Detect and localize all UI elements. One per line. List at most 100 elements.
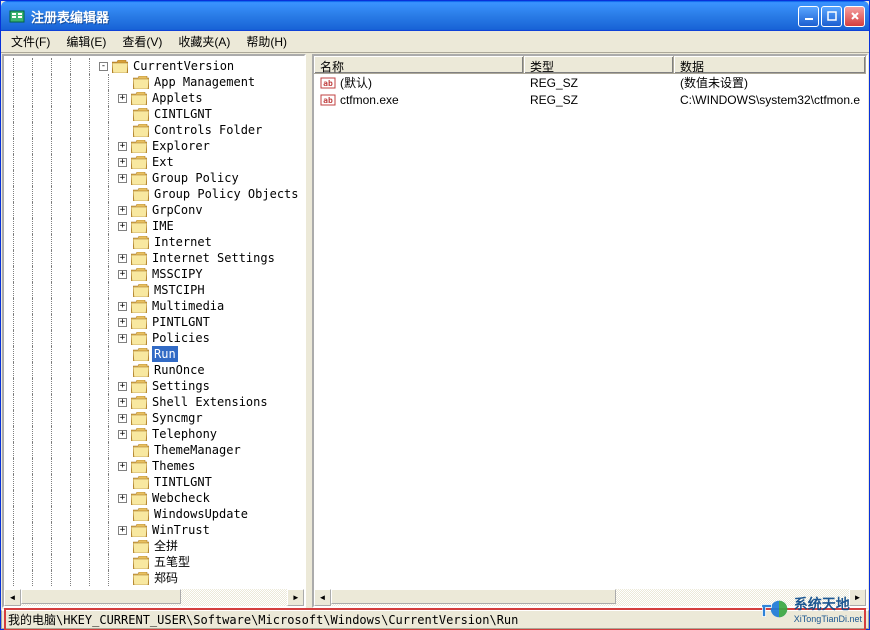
tree-node[interactable]: + Group Policy	[4, 170, 304, 186]
tree-node[interactable]: + Applets	[4, 90, 304, 106]
expand-icon[interactable]: +	[118, 414, 127, 423]
expand-icon[interactable]: +	[118, 302, 127, 311]
tree-label[interactable]: 郑码	[152, 570, 180, 586]
tree-label[interactable]: 全拼	[152, 538, 180, 554]
tree-node[interactable]: 全拼	[4, 538, 304, 554]
tree-label[interactable]: WinTrust	[150, 522, 212, 538]
tree-hscrollbar[interactable]: ◄ ►	[4, 589, 304, 606]
expand-icon[interactable]: +	[118, 142, 127, 151]
tree-label[interactable]: Multimedia	[150, 298, 226, 314]
tree-node[interactable]: Internet	[4, 234, 304, 250]
header-name[interactable]: 名称	[314, 56, 524, 73]
tree-node[interactable]: + Themes	[4, 458, 304, 474]
menu-favorites[interactable]: 收藏夹(A)	[170, 31, 238, 52]
tree-label[interactable]: GrpConv	[150, 202, 205, 218]
scroll-track[interactable]	[21, 589, 287, 606]
tree-node[interactable]: + Internet Settings	[4, 250, 304, 266]
tree-label[interactable]: MSTCIPH	[152, 282, 207, 298]
tree-node[interactable]: RunOnce	[4, 362, 304, 378]
tree-node[interactable]: CINTLGNT	[4, 106, 304, 122]
tree-label[interactable]: Group Policy Objects	[152, 186, 301, 202]
tree-node[interactable]: + IME	[4, 218, 304, 234]
tree-scroll[interactable]: - CurrentVersionApp Management + AppletsCIN…	[4, 56, 304, 589]
header-type[interactable]: 类型	[524, 56, 674, 73]
tree-label[interactable]: Themes	[150, 458, 197, 474]
tree-label[interactable]: IME	[150, 218, 176, 234]
tree-label[interactable]: RunOnce	[152, 362, 207, 378]
menu-view[interactable]: 查看(V)	[114, 31, 170, 52]
tree-label[interactable]: CurrentVersion	[131, 58, 236, 74]
menu-file[interactable]: 文件(F)	[3, 31, 58, 52]
list-row[interactable]: ab(默认) REG_SZ (数值未设置)	[314, 74, 866, 91]
expand-icon[interactable]: +	[118, 334, 127, 343]
tree-node[interactable]: 五笔型	[4, 554, 304, 570]
tree-node[interactable]: WindowsUpdate	[4, 506, 304, 522]
scroll-left-button[interactable]: ◄	[4, 589, 21, 606]
tree-label[interactable]: Internet	[152, 234, 214, 250]
scroll-left-button[interactable]: ◄	[314, 589, 331, 606]
close-button[interactable]	[844, 6, 865, 27]
tree-label[interactable]: Explorer	[150, 138, 212, 154]
tree-node[interactable]: + Ext	[4, 154, 304, 170]
tree-label[interactable]: PINTLGNT	[150, 314, 212, 330]
tree-label[interactable]: 五笔型	[152, 554, 192, 570]
collapse-icon[interactable]: -	[99, 62, 108, 71]
tree-node[interactable]: + Multimedia	[4, 298, 304, 314]
tree-label[interactable]: ThemeManager	[152, 442, 243, 458]
expand-icon[interactable]: +	[118, 526, 127, 535]
tree-node[interactable]: App Management	[4, 74, 304, 90]
expand-icon[interactable]: +	[118, 494, 127, 503]
tree-label[interactable]: Controls Folder	[152, 122, 264, 138]
expand-icon[interactable]: +	[118, 382, 127, 391]
expand-icon[interactable]: +	[118, 174, 127, 183]
expand-icon[interactable]: +	[118, 462, 127, 471]
expand-icon[interactable]: +	[118, 398, 127, 407]
tree-node[interactable]: + Settings	[4, 378, 304, 394]
expand-icon[interactable]: +	[118, 254, 127, 263]
scroll-thumb[interactable]	[331, 589, 616, 604]
tree-label[interactable]: CINTLGNT	[152, 106, 214, 122]
tree-label[interactable]: Webcheck	[150, 490, 212, 506]
tree-label[interactable]: WindowsUpdate	[152, 506, 250, 522]
tree-label[interactable]: Shell Extensions	[150, 394, 270, 410]
expand-icon[interactable]: +	[118, 158, 127, 167]
menu-edit[interactable]: 编辑(E)	[58, 31, 114, 52]
tree-label[interactable]: Ext	[150, 154, 176, 170]
expand-icon[interactable]: +	[118, 206, 127, 215]
tree-label[interactable]: Internet Settings	[150, 250, 277, 266]
maximize-button[interactable]	[821, 6, 842, 27]
minimize-button[interactable]	[798, 6, 819, 27]
tree-label[interactable]: Applets	[150, 90, 205, 106]
tree-node[interactable]: + GrpConv	[4, 202, 304, 218]
tree-node[interactable]: MSTCIPH	[4, 282, 304, 298]
tree-label[interactable]: Run	[152, 346, 178, 362]
tree-node[interactable]: + PINTLGNT	[4, 314, 304, 330]
tree-node[interactable]: + Webcheck	[4, 490, 304, 506]
header-data[interactable]: 数据	[674, 56, 866, 73]
tree-label[interactable]: Policies	[150, 330, 212, 346]
tree-label[interactable]: Telephony	[150, 426, 219, 442]
tree-node[interactable]: + Shell Extensions	[4, 394, 304, 410]
tree-node[interactable]: ThemeManager	[4, 442, 304, 458]
tree-label[interactable]: Settings	[150, 378, 212, 394]
tree-label[interactable]: Syncmgr	[150, 410, 205, 426]
tree-node[interactable]: + Policies	[4, 330, 304, 346]
tree-label[interactable]: MSSCIPY	[150, 266, 205, 282]
tree-node[interactable]: TINTLGNT	[4, 474, 304, 490]
splitter[interactable]	[307, 53, 311, 609]
tree-node[interactable]: Controls Folder	[4, 122, 304, 138]
tree-node[interactable]: + Syncmgr	[4, 410, 304, 426]
scroll-right-button[interactable]: ►	[287, 589, 304, 606]
expand-icon[interactable]: +	[118, 318, 127, 327]
tree-node[interactable]: Group Policy Objects	[4, 186, 304, 202]
tree-node[interactable]: Run	[4, 346, 304, 362]
tree-node[interactable]: + MSSCIPY	[4, 266, 304, 282]
tree-node[interactable]: + Explorer	[4, 138, 304, 154]
tree-label[interactable]: Group Policy	[150, 170, 241, 186]
tree-node[interactable]: +Telephony	[4, 426, 304, 442]
tree-node[interactable]: 郑码	[4, 570, 304, 586]
list-body[interactable]: ab(默认) REG_SZ (数值未设置) abctfmon.exe REG_S…	[314, 74, 866, 589]
expand-icon[interactable]: +	[118, 270, 127, 279]
expand-icon[interactable]: +	[118, 94, 127, 103]
expand-icon[interactable]: +	[118, 222, 127, 231]
